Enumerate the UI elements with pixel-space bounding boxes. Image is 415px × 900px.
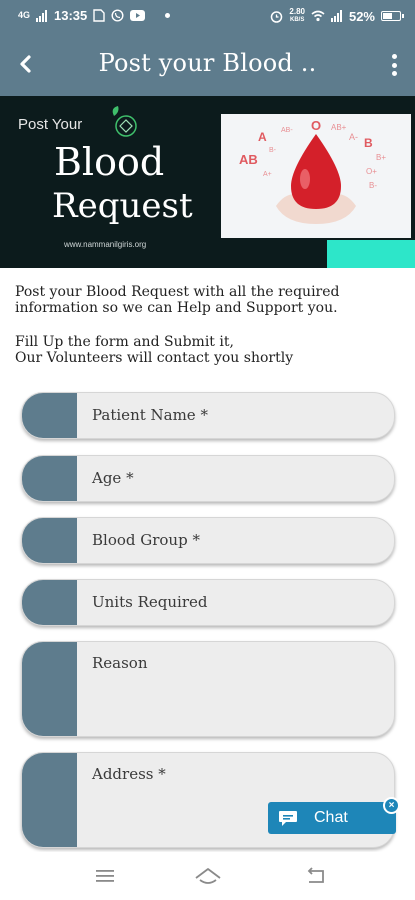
address-placeholder: Address * <box>92 765 166 783</box>
blood-type-label: B <box>364 136 373 150</box>
notification-dot-icon <box>165 13 171 18</box>
speed-unit: KB/S <box>290 17 305 23</box>
blood-type-label: AB <box>239 152 258 167</box>
age-field[interactable]: Age * <box>21 455 395 502</box>
chat-close-button[interactable]: × <box>383 797 400 814</box>
blood-type-label: B- <box>269 147 277 154</box>
intro-line: Post your Blood Request with all the req… <box>15 284 340 300</box>
chat-button[interactable]: Chat <box>268 802 396 834</box>
intro-line: information so we can Help and Support y… <box>15 300 338 316</box>
battery-percent: 52% <box>348 8 375 24</box>
system-nav-bar <box>0 852 415 900</box>
home-icon <box>195 868 221 884</box>
patient-name-field[interactable]: Patient Name * <box>21 392 395 439</box>
status-right: 2.80 KB/S 52% <box>270 8 404 24</box>
blood-type-label: A- <box>349 132 358 142</box>
blood-drop-illustration: A B O AB+ A- AB B+ O+ B- AB- A+ B- <box>221 114 411 238</box>
intro-line: Our Volunteers will contact you shortly <box>15 350 294 366</box>
nav-back-button[interactable] <box>302 864 330 888</box>
blood-type-label: AB- <box>281 127 293 134</box>
network-labels: 4G <box>18 10 31 20</box>
app-bar: Post your Blood .. <box>0 32 415 96</box>
age-placeholder: Age * <box>92 469 134 487</box>
field-accent <box>22 456 77 501</box>
field-accent <box>22 580 77 625</box>
nilgiris-logo-icon <box>112 106 137 137</box>
blood-type-label: O <box>311 118 321 133</box>
patient-name-placeholder: Patient Name * <box>92 406 208 424</box>
battery-icon <box>381 11 404 21</box>
wifi-icon <box>311 10 325 22</box>
field-accent <box>22 753 77 847</box>
menu-lines-icon <box>96 870 114 882</box>
blood-type-label: B+ <box>376 153 386 162</box>
more-vert-icon <box>391 54 397 59</box>
blood-type-label: A+ <box>263 171 272 178</box>
network-speed: 2.80 KB/S <box>289 8 305 24</box>
units-required-placeholder: Units Required <box>92 593 208 611</box>
alarm-icon <box>271 10 283 23</box>
blood-type-label: AB+ <box>331 123 347 132</box>
blood-type-label: A <box>258 130 267 144</box>
field-accent <box>22 518 77 563</box>
field-accent <box>22 393 77 438</box>
intro-line: Fill Up the form and Submit it, <box>15 334 234 350</box>
signal-strength-icon <box>330 10 342 22</box>
back-icon <box>307 867 324 883</box>
intro-text: Post your Blood Request with all the req… <box>15 284 405 366</box>
whatsapp-icon <box>111 9 124 22</box>
blood-type-label: B- <box>369 181 377 190</box>
signal-icon <box>36 9 48 22</box>
page-title: Post your Blood .. <box>98 49 317 77</box>
sim-icon <box>93 9 105 22</box>
speed-value: 2.80 <box>289 7 305 16</box>
chat-label: Chat <box>314 809 348 826</box>
battery-fill <box>383 13 393 19</box>
blood-group-placeholder: Blood Group * <box>92 531 200 549</box>
banner-website: www.nammanilgiris.org <box>64 240 147 249</box>
more-options-button[interactable] <box>387 50 401 80</box>
nav-home-button[interactable] <box>194 864 222 888</box>
status-bar: 4G 13:35 2.80 KB/S 52% <box>0 0 415 32</box>
youtube-icon <box>130 10 146 21</box>
banner-post-your: Post Your <box>18 116 83 133</box>
banner-accent <box>327 240 415 268</box>
blood-drop-image: A B O AB+ A- AB B+ O+ B- AB- A+ B- <box>221 114 411 238</box>
reason-placeholder: Reason <box>92 654 148 672</box>
banner-request-title: Request <box>52 186 193 226</box>
units-required-field[interactable]: Units Required <box>21 579 395 626</box>
nav-recents-button[interactable] <box>91 864 119 888</box>
blood-group-field[interactable]: Blood Group * <box>21 517 395 564</box>
reason-field[interactable]: Reason <box>21 641 395 737</box>
blood-type-label: O+ <box>366 167 377 176</box>
status-time: 13:35 <box>54 8 88 23</box>
banner-blood-title: Blood <box>54 140 165 184</box>
chat-bubble-icon <box>278 809 300 827</box>
field-accent <box>22 642 77 736</box>
status-left: 4G 13:35 <box>18 8 171 23</box>
